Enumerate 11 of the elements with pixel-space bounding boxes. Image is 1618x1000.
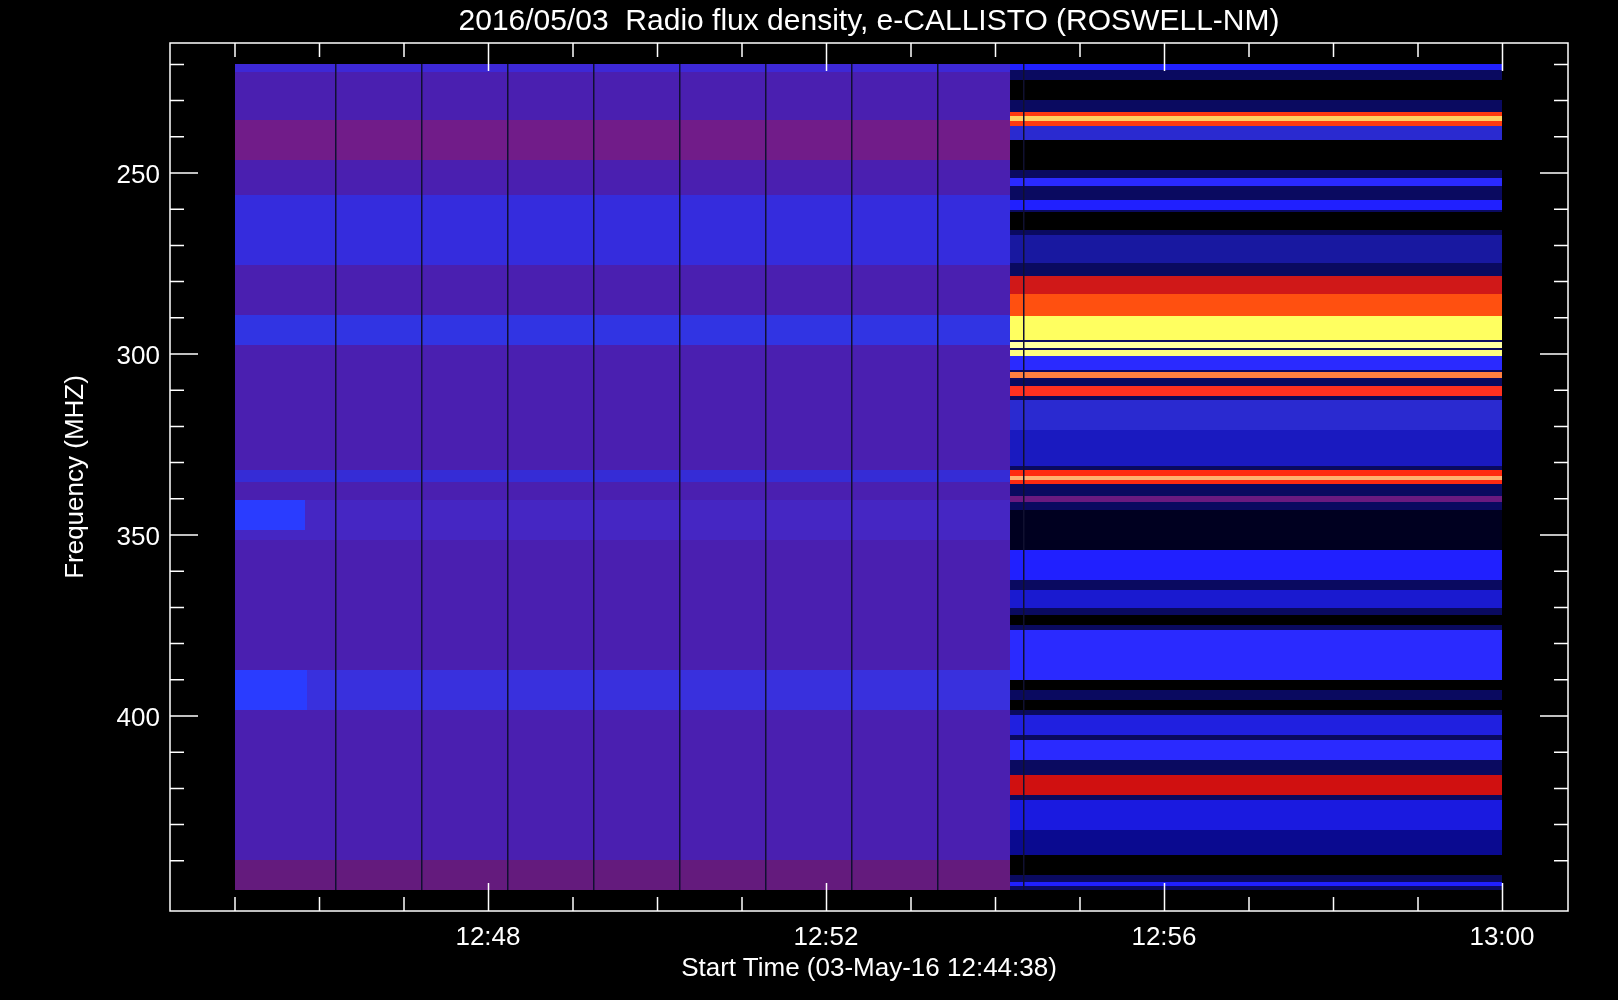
x-tick-label: 12:56 [1131, 921, 1197, 951]
x-axis-label: Start Time (03-May-16 12:44:38) [681, 952, 1057, 982]
x-tick-label: 12:48 [455, 921, 521, 951]
chart-title: 2016/05/03 Radio flux density, e-CALLISTO (ROSWELL-NM) [458, 3, 1280, 36]
y-tick-label: 300 [116, 340, 160, 370]
x-tick-label: 13:00 [1469, 921, 1535, 951]
y-tick-label: 250 [116, 159, 160, 189]
x-tick-label: 12:52 [793, 921, 859, 951]
y-tick-label: 350 [116, 521, 160, 551]
y-axis-label: Frequency (MHZ) [59, 375, 89, 579]
y-tick-label: 400 [116, 702, 160, 732]
